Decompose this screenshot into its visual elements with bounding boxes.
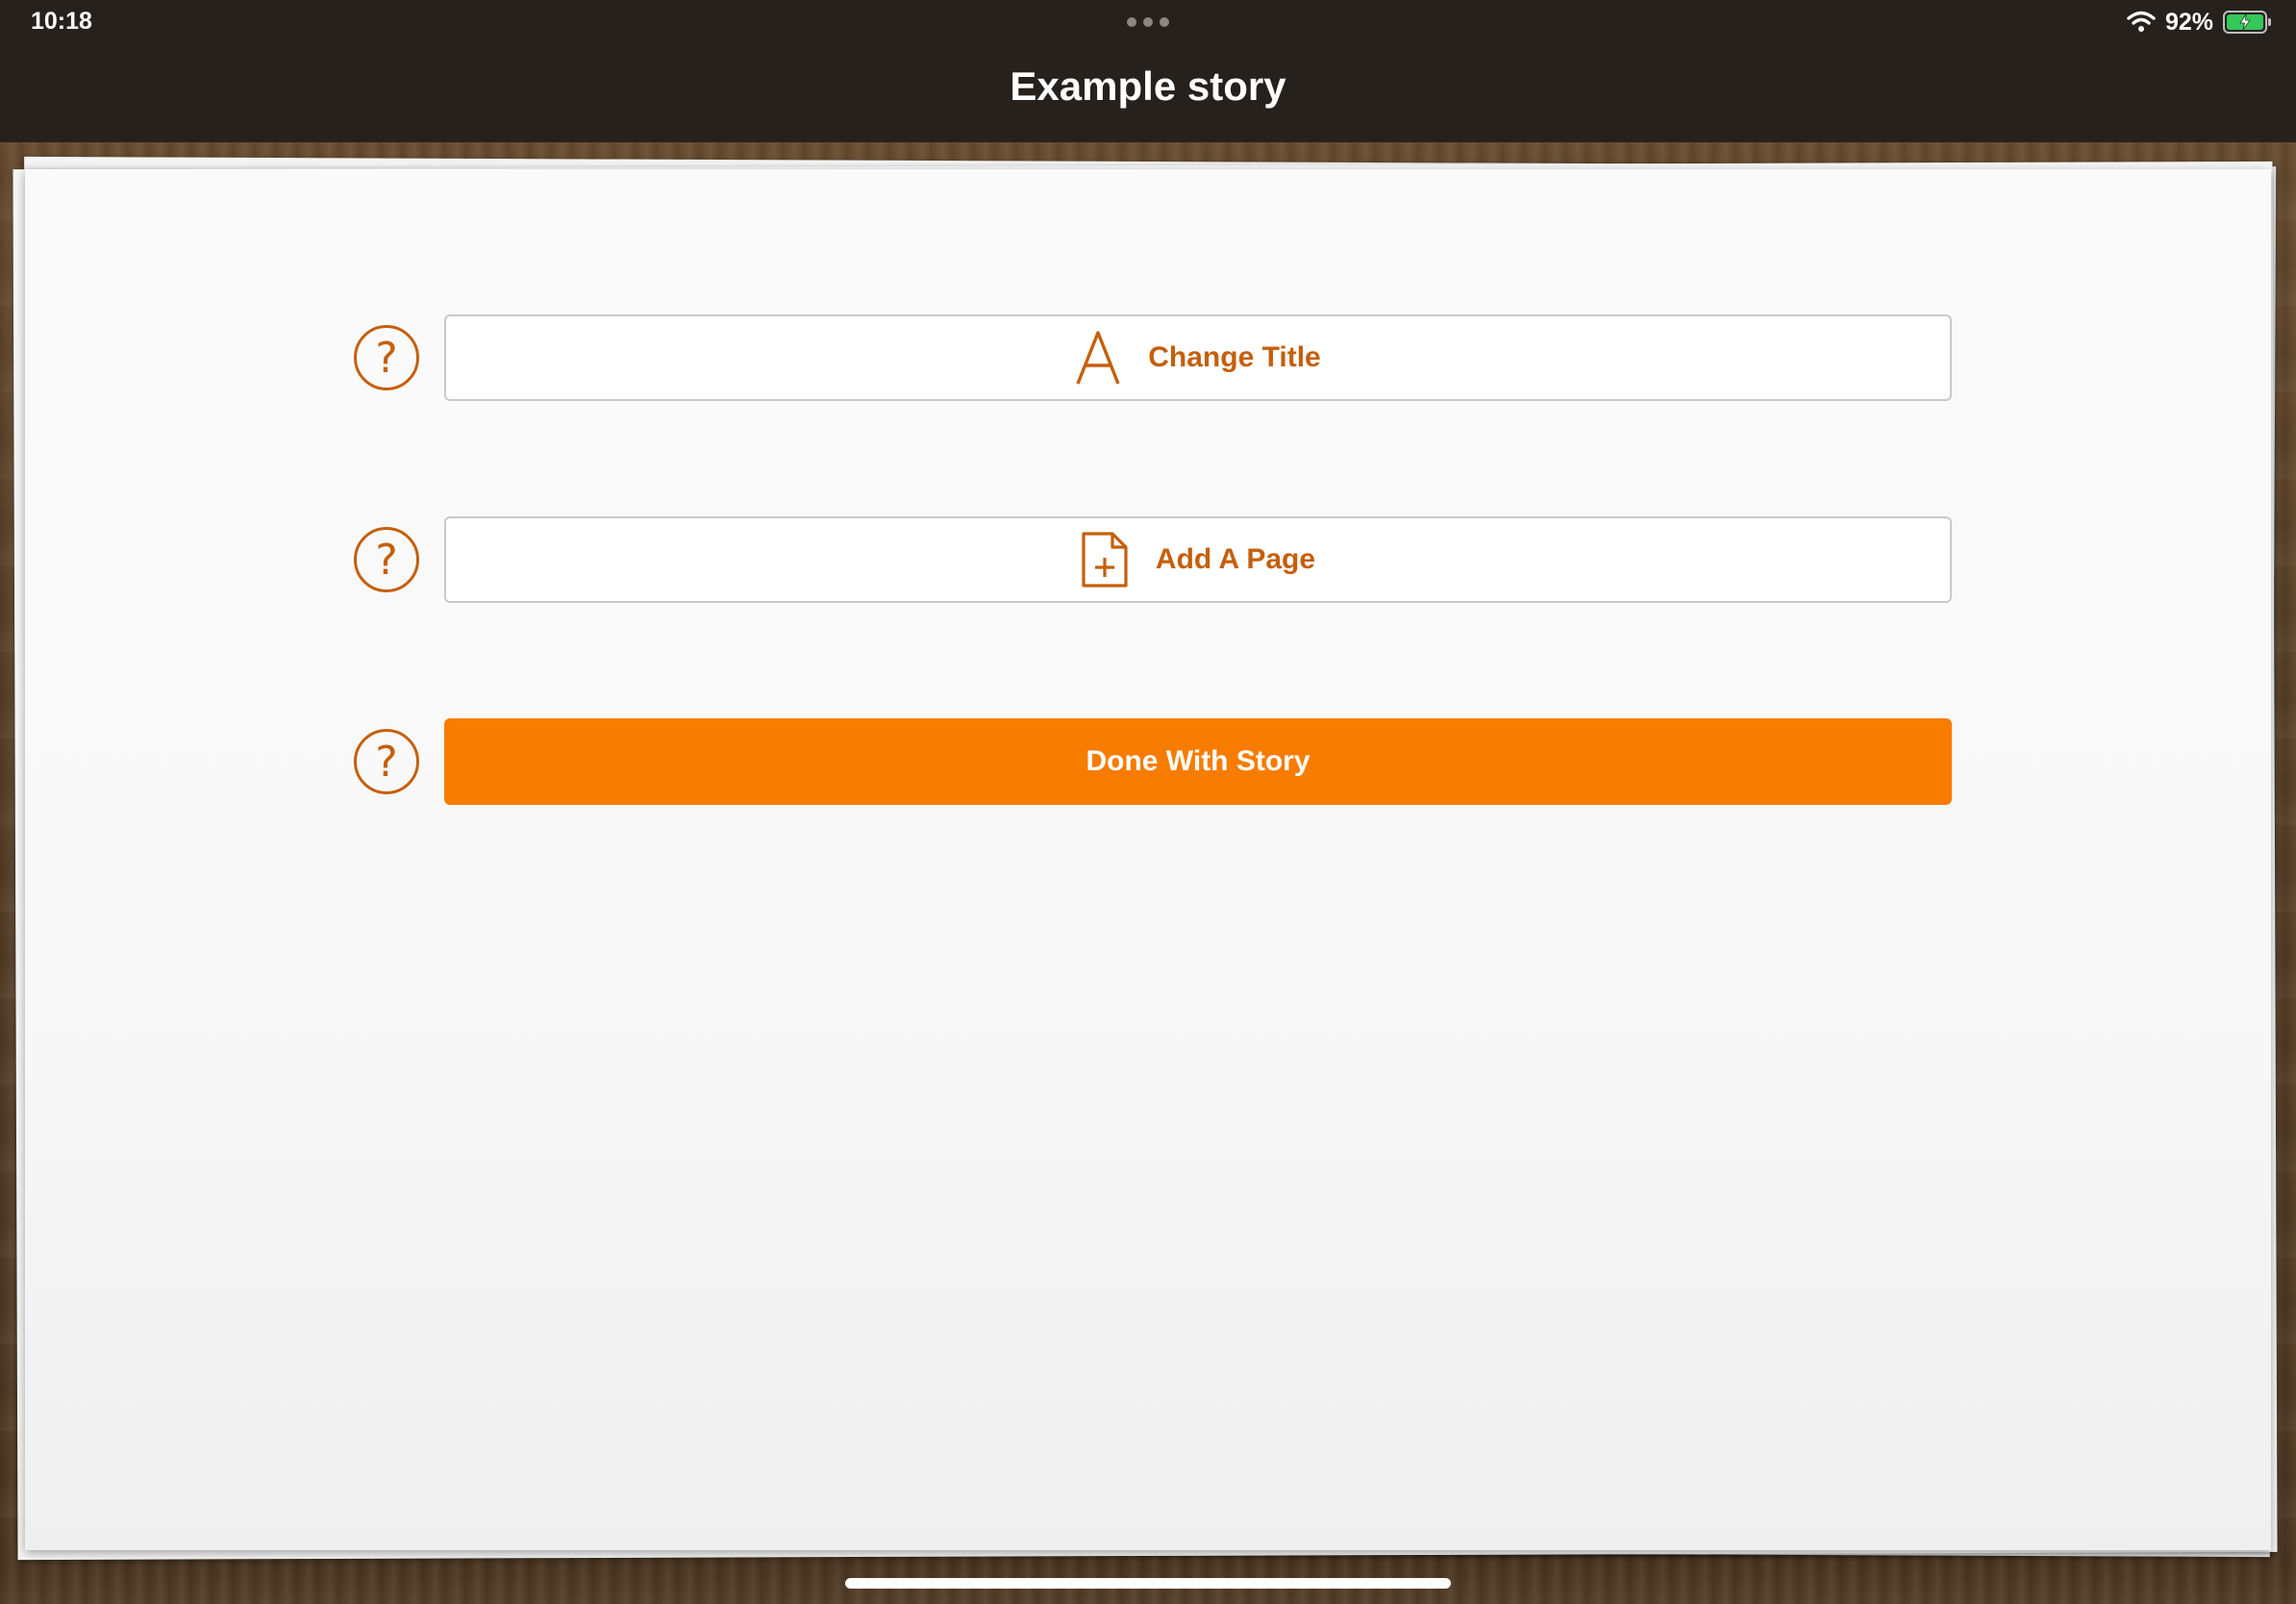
more-dots-icon[interactable] <box>1127 17 1169 29</box>
status-right: 92% <box>2127 8 2271 37</box>
status-time: 10:18 <box>31 8 92 35</box>
battery-fill <box>2227 14 2263 30</box>
top-bar: 10:18 92% Example story <box>0 0 2296 142</box>
done-with-story-button[interactable]: Done With Story <box>444 718 1952 805</box>
add-page-label: Add A Page <box>1155 543 1316 575</box>
done-row: ? Done With Story <box>354 718 1952 805</box>
add-page-button[interactable]: Add A Page <box>444 516 1952 603</box>
letter-a-icon <box>1075 330 1121 386</box>
wifi-icon <box>2127 11 2156 34</box>
change-title-label: Change Title <box>1148 341 1321 373</box>
document-add-icon <box>1081 531 1129 589</box>
help-icon[interactable]: ? <box>354 325 419 390</box>
battery-percent: 92% <box>2164 8 2213 36</box>
done-with-story-label: Done With Story <box>1086 745 1310 777</box>
page-title: Example story <box>1010 63 1286 109</box>
home-indicator[interactable] <box>845 1578 1451 1589</box>
battery-charging-icon <box>2223 11 2271 34</box>
help-icon[interactable]: ? <box>354 527 419 592</box>
change-title-button[interactable]: Change Title <box>444 314 1952 401</box>
change-title-row: ? Change Title <box>354 314 1952 401</box>
add-page-row: ? Add A Page <box>354 516 1952 603</box>
help-icon[interactable]: ? <box>354 729 419 794</box>
